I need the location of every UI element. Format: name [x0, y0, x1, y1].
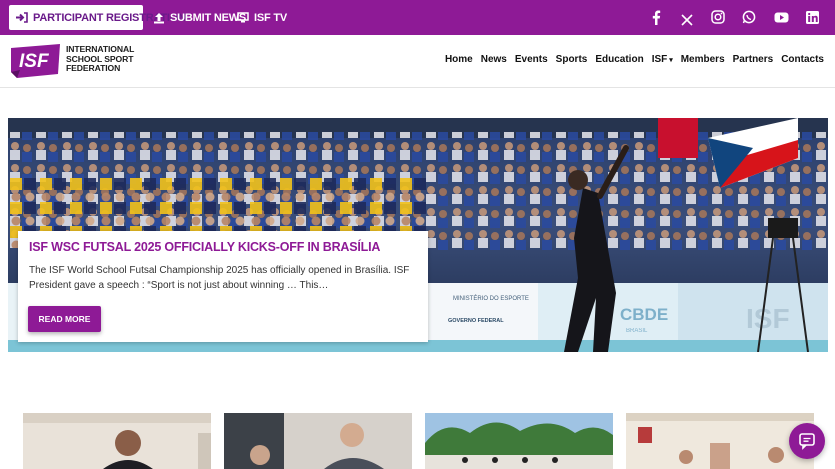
nav-isf[interactable]: ISF ▾ [652, 54, 673, 65]
nav-isf-label: ISF [651, 54, 668, 65]
nav-contacts[interactable]: Contacts [781, 54, 824, 65]
main-header: ISF INTERNATIONAL SCHOOL SPORT FEDERATIO… [0, 35, 835, 88]
submit-news-button[interactable]: SUBMIT NEWS [153, 5, 246, 30]
news-photo-3 [425, 413, 613, 469]
facebook-icon[interactable] [648, 9, 664, 25]
chat-icon [799, 433, 815, 450]
banner-brasil-text: BRASIL [626, 328, 648, 334]
nav-members[interactable]: Members [681, 54, 725, 65]
news-photo-2 [224, 413, 412, 469]
news-thumbnail-3[interactable] [425, 413, 613, 469]
nav-home[interactable]: Home [445, 54, 473, 65]
news-thumbnail-2[interactable] [224, 413, 412, 469]
banner-gov-text: GOVERNO FEDERAL [448, 318, 504, 324]
nav-sports[interactable]: Sports [556, 54, 588, 65]
top-bar: PARTICIPANT REGISTRATION SUBMIT NEWS ISF… [0, 0, 835, 35]
logo-mark-text: ISF [19, 51, 50, 72]
sign-in-icon [16, 12, 28, 23]
isf-logo[interactable]: ISF [8, 42, 62, 80]
banner-isf-text: ISF [746, 303, 790, 334]
logo-line-3: FEDERATION [66, 63, 121, 73]
submit-news-label: SUBMIT NEWS [170, 11, 247, 24]
news-thumbnail-1[interactable] [23, 413, 211, 469]
isf-tv-button[interactable]: ISF TV [237, 5, 287, 30]
news-photo-1 [23, 413, 211, 469]
participant-registration-button[interactable]: PARTICIPANT REGISTRATION [9, 5, 186, 30]
read-more-button[interactable]: READ MORE [28, 306, 101, 332]
news-photo-4 [626, 413, 814, 469]
upload-icon [154, 12, 164, 23]
main-nav: Home News Events Sports Education ISF ▾ … [445, 54, 824, 65]
linkedin-icon[interactable] [804, 9, 820, 25]
nav-news[interactable]: News [481, 54, 507, 65]
chat-button[interactable] [789, 423, 825, 459]
youtube-icon[interactable] [773, 9, 789, 25]
x-icon[interactable] [679, 12, 695, 28]
nav-education[interactable]: Education [595, 54, 643, 65]
isf-tv-label: ISF TV [254, 11, 288, 24]
hero-title[interactable]: ISF WSC FUTSAL 2025 OFFICIALLY KICKS-OFF… [29, 240, 417, 254]
banner-cbde-text: CBDE [620, 305, 668, 324]
whatsapp-icon[interactable] [741, 9, 757, 25]
logo-wordmark: INTERNATIONAL SCHOOL SPORT FEDERATION [66, 44, 146, 74]
nav-partners[interactable]: Partners [733, 54, 774, 65]
caret-down-icon: ▾ [667, 57, 673, 64]
tv-icon [237, 12, 249, 23]
hero-excerpt: The ISF World School Futsal Championship… [29, 265, 410, 291]
hero-card: ISF WSC FUTSAL 2025 OFFICIALLY KICKS-OFF… [18, 231, 428, 342]
nav-events[interactable]: Events [515, 54, 548, 65]
instagram-icon[interactable] [710, 9, 726, 25]
news-thumbnail-4[interactable] [626, 413, 814, 469]
banner-ministry-text: MINISTÉRIO DO ESPORTE [453, 295, 529, 302]
